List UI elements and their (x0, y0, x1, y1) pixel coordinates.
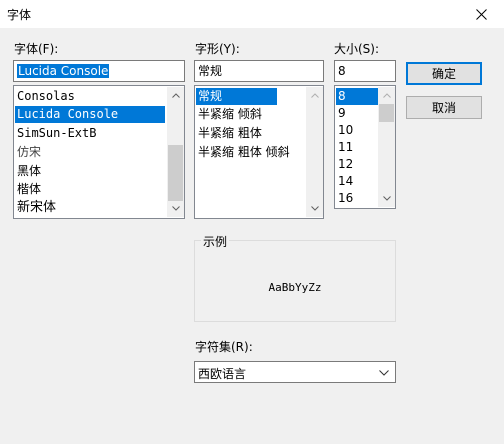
font-list-scrollbar[interactable] (167, 87, 184, 217)
scroll-down-button[interactable] (306, 200, 323, 217)
scroll-up-button[interactable] (306, 87, 323, 104)
style-item-semicondensed-bold[interactable]: 半紧缩 粗体 (196, 125, 308, 142)
script-combobox[interactable]: 西欧语言 (194, 361, 396, 383)
ok-button[interactable]: 确定 (406, 62, 482, 85)
font-item-xinsongti[interactable]: 新宋体 (15, 199, 167, 216)
sample-label: 示例 (201, 233, 230, 250)
chevron-down-icon[interactable] (379, 370, 389, 376)
font-style-field[interactable]: 常规 (194, 60, 324, 82)
size-item-16[interactable]: 16 (336, 190, 378, 207)
font-list[interactable]: Consolas Lucida Console SimSun-ExtB 仿宋 黑… (13, 85, 185, 219)
font-name-value: Lucida Console (17, 64, 110, 78)
size-label: 大小(S): (334, 42, 380, 56)
font-size-value: 8 (338, 64, 346, 78)
scroll-down-button[interactable] (167, 200, 184, 217)
scroll-up-button[interactable] (378, 87, 395, 104)
scroll-up-button[interactable] (167, 87, 184, 104)
scroll-thumb[interactable] (168, 145, 183, 201)
chevron-down-icon (310, 206, 319, 211)
scroll-thumb[interactable] (379, 104, 394, 122)
size-item-9[interactable]: 9 (336, 105, 378, 122)
font-item-kaiti[interactable]: 楷体 (15, 181, 167, 198)
chevron-down-icon (171, 206, 180, 211)
font-item-fangsong[interactable]: 仿宋 (15, 144, 167, 161)
size-item-10[interactable]: 10 (336, 122, 378, 139)
font-item-consolas[interactable]: Consolas (15, 88, 167, 105)
font-item-simsun-extb[interactable]: SimSun-ExtB (15, 125, 167, 142)
chevron-up-icon (171, 93, 180, 98)
close-icon (475, 8, 487, 20)
sample-text: AaBbYyZz (268, 281, 322, 294)
font-size-field[interactable]: 8 (334, 60, 396, 82)
font-style-value: 常规 (198, 64, 223, 78)
style-item-regular[interactable]: 常规 (196, 88, 277, 105)
style-item-semicondensed-italic[interactable]: 半紧缩 倾斜 (196, 106, 308, 123)
chevron-down-icon (382, 196, 391, 201)
font-item-heiti[interactable]: 黑体 (15, 163, 167, 180)
close-button[interactable] (458, 0, 504, 28)
cancel-button[interactable]: 取消 (406, 96, 482, 119)
style-label: 字形(Y): (195, 42, 240, 56)
size-item-8[interactable]: 8 (336, 88, 378, 105)
window-title: 字体 (7, 8, 32, 22)
size-list-scrollbar[interactable] (378, 87, 395, 207)
size-item-11[interactable]: 11 (336, 139, 378, 156)
font-name-field[interactable]: Lucida Console (13, 60, 185, 82)
size-list[interactable]: 8 9 10 11 12 14 16 (334, 85, 396, 209)
style-item-semicondensed-bold-italic[interactable]: 半紧缩 粗体 倾斜 (196, 144, 308, 161)
scroll-down-button[interactable] (378, 190, 395, 207)
style-list[interactable]: 常规 半紧缩 倾斜 半紧缩 粗体 半紧缩 粗体 倾斜 (194, 85, 324, 219)
font-item-lucida-console[interactable]: Lucida Console (15, 106, 165, 123)
size-item-12[interactable]: 12 (336, 156, 378, 173)
title-bar[interactable]: 字体 (0, 0, 504, 28)
size-item-14[interactable]: 14 (336, 173, 378, 190)
style-list-scrollbar[interactable] (306, 87, 323, 217)
chevron-up-icon (382, 93, 391, 98)
script-label: 字符集(R): (195, 340, 253, 354)
script-value: 西欧语言 (198, 367, 247, 381)
chevron-up-icon (310, 93, 319, 98)
font-label: 字体(F): (14, 42, 59, 56)
